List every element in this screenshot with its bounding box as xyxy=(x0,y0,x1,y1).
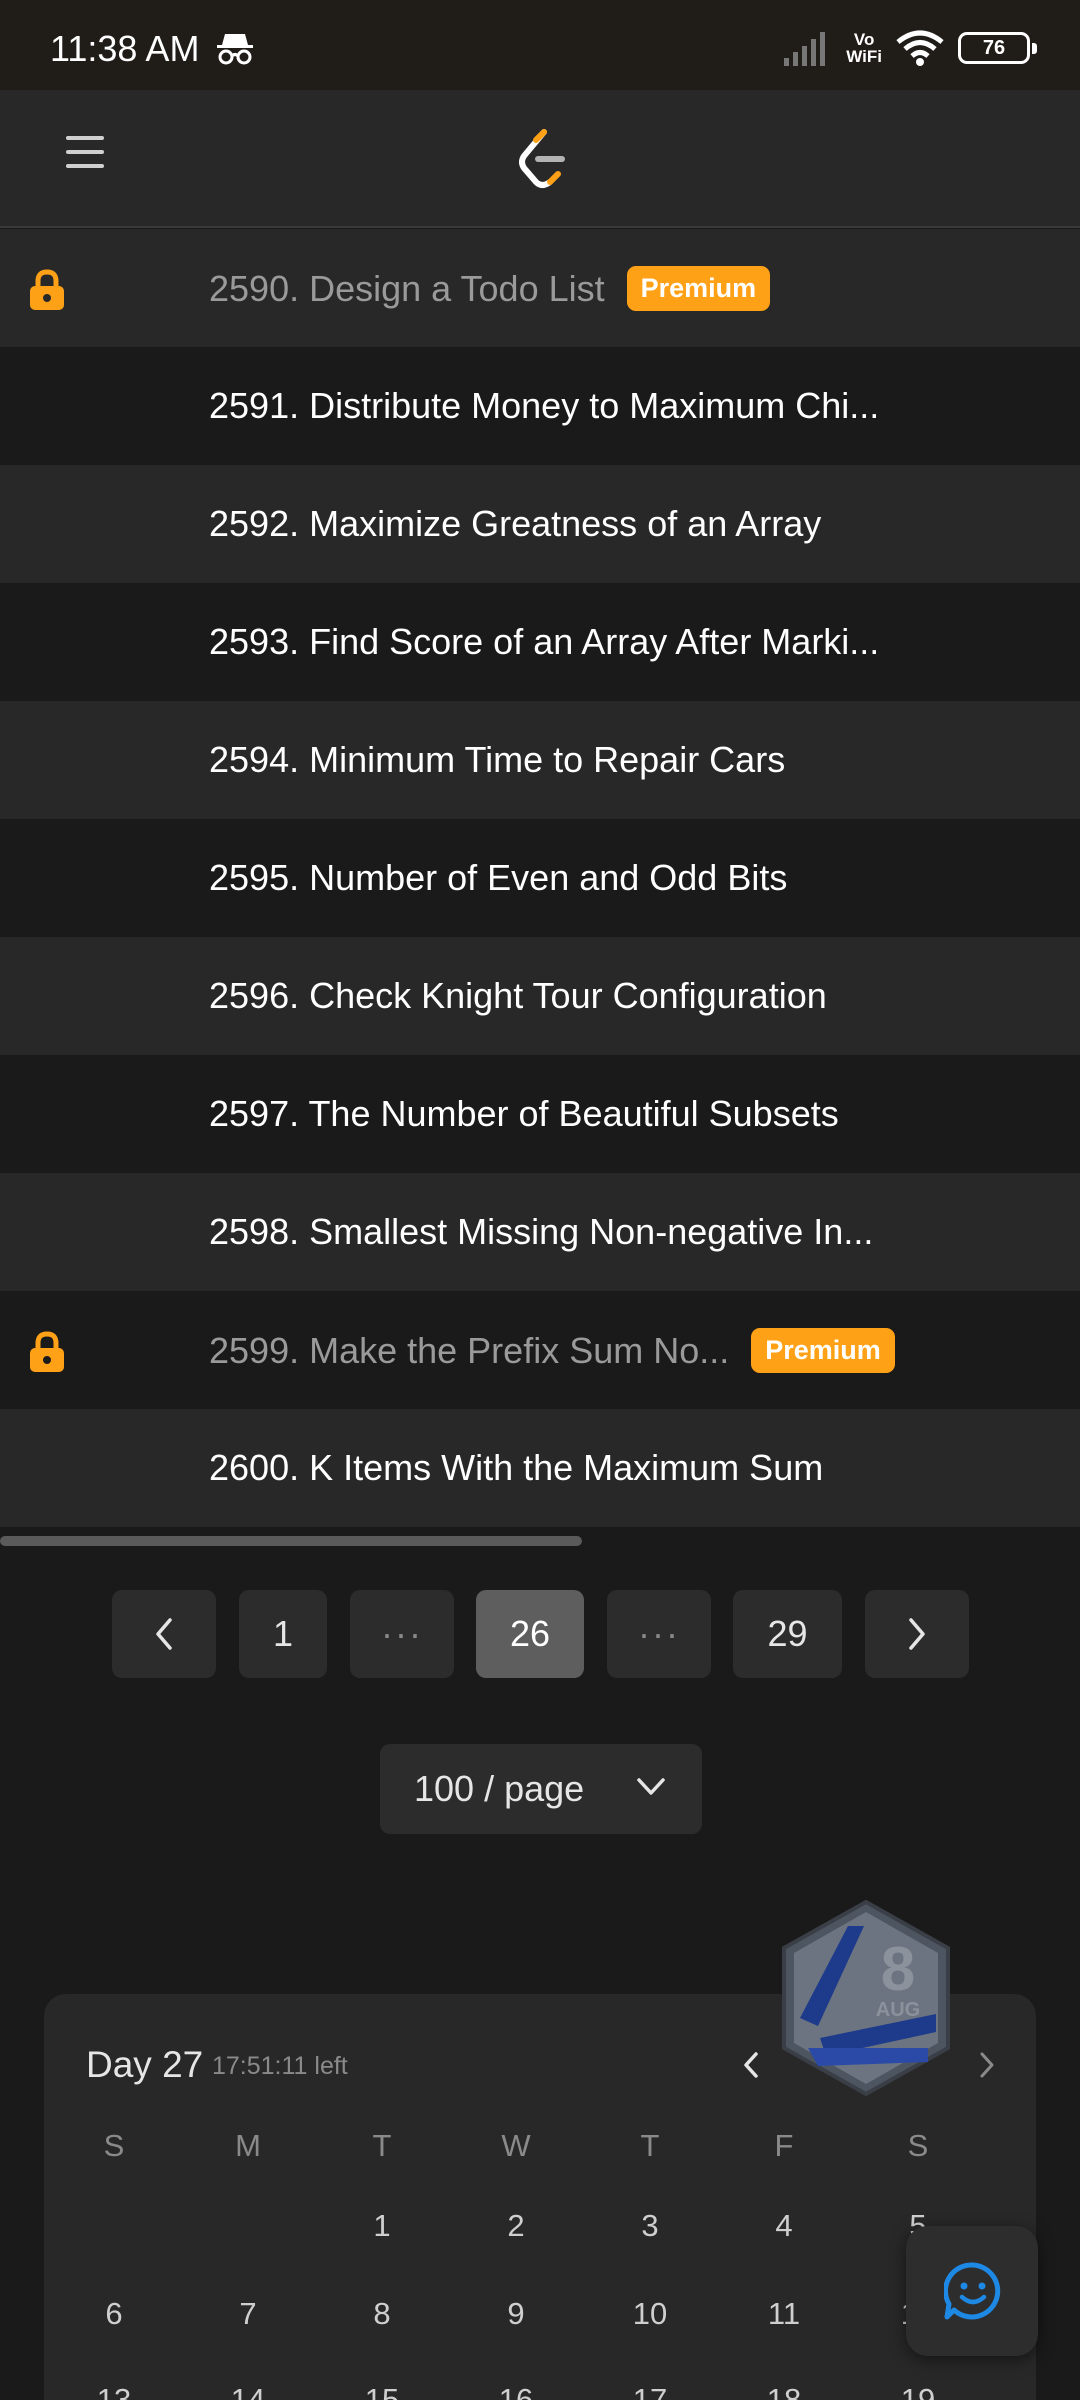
problem-row[interactable]: 2595. Number of Even and Odd Bits xyxy=(0,819,1080,937)
page-ellipsis-prev[interactable]: ··· xyxy=(350,1590,454,1678)
calendar-day[interactable]: 17 xyxy=(610,2382,690,2400)
page-button-first[interactable]: 1 xyxy=(239,1590,327,1678)
calendar-day[interactable]: 16 xyxy=(476,2382,556,2400)
calendar-day[interactable]: 9 xyxy=(476,2296,556,2332)
problem-title: 2591. Distribute Money to Maximum Chi... xyxy=(209,385,880,426)
status-time: 11:38 AM xyxy=(50,28,200,69)
monthly-badge-icon[interactable]: 8 AUG xyxy=(778,1898,954,2098)
lock-icon xyxy=(30,269,64,310)
next-page-button[interactable] xyxy=(865,1590,969,1678)
problem-title: 2597. The Number of Beautiful Subsets xyxy=(209,1093,839,1134)
leetcode-logo-icon[interactable] xyxy=(514,126,570,192)
chevron-down-icon xyxy=(637,1778,665,1795)
calendar-prev-month-button[interactable] xyxy=(736,2048,766,2082)
chat-smiley-icon xyxy=(944,2262,1001,2320)
problem-title: 2600. K Items With the Maximum Sum xyxy=(209,1447,824,1488)
problem-title: 2595. Number of Even and Odd Bits xyxy=(209,857,788,898)
pagination: 1 ··· 26 ··· 29 xyxy=(0,1590,1080,1678)
calendar-day[interactable]: 11 xyxy=(744,2296,824,2332)
battery-indicator: 76 xyxy=(958,32,1037,64)
calendar-day[interactable]: 14 xyxy=(208,2382,288,2400)
problem-row[interactable]: 2600. K Items With the Maximum Sum xyxy=(0,1409,1080,1527)
calendar-day[interactable]: 18 xyxy=(744,2382,824,2400)
problem-title: 2594. Minimum Time to Repair Cars xyxy=(209,739,786,780)
problem-row[interactable]: 2598. Smallest Missing Non-negative In..… xyxy=(0,1173,1080,1291)
weekday-header: F xyxy=(774,2128,794,2163)
calendar-day-label: Day 27 xyxy=(86,2044,204,2085)
page-ellipsis-next[interactable]: ··· xyxy=(607,1590,711,1678)
calendar-day[interactable]: 13 xyxy=(74,2382,154,2400)
svg-text:8: 8 xyxy=(881,1935,915,2004)
page-button-last[interactable]: 29 xyxy=(733,1590,842,1678)
problem-row[interactable]: 2592. Maximize Greatness of an Array xyxy=(0,465,1080,583)
problem-row[interactable]: 2599. Make the Prefix Sum No... Premium xyxy=(0,1291,1080,1409)
horizontal-scrollbar[interactable] xyxy=(0,1536,582,1546)
menu-icon-line xyxy=(66,164,104,168)
prev-page-button[interactable] xyxy=(112,1590,216,1678)
premium-badge: Premium xyxy=(751,1327,895,1373)
problem-title: 2590. Design a Todo List Premium xyxy=(209,265,771,311)
vowifi-indicator: Vo WiFi xyxy=(846,30,882,66)
problem-title: 2596. Check Knight Tour Configuration xyxy=(209,975,827,1016)
weekday-header: T xyxy=(372,2128,392,2163)
problem-title: 2593. Find Score of an Array After Marki… xyxy=(209,621,880,662)
page-size-value: 100 / page xyxy=(414,1768,585,1809)
problem-row[interactable]: 2590. Design a Todo List Premium xyxy=(0,229,1080,347)
chevron-left-icon xyxy=(156,1618,172,1650)
calendar-day[interactable]: 6 xyxy=(74,2296,154,2332)
svg-text:AUG: AUG xyxy=(876,1999,920,2021)
problem-row[interactable]: 2593. Find Score of an Array After Marki… xyxy=(0,583,1080,701)
calendar-time-left: 17:51:11 left xyxy=(212,2052,348,2080)
page-button-current[interactable]: 26 xyxy=(476,1590,584,1678)
calendar-day[interactable]: 7 xyxy=(208,2296,288,2332)
calendar-day[interactable]: 2 xyxy=(476,2208,556,2244)
status-bar: 11:38 AM Vo WiFi 76 xyxy=(0,0,1080,90)
page-size-select[interactable]: 100 / page xyxy=(380,1744,702,1834)
problem-row[interactable]: 2596. Check Knight Tour Configuration xyxy=(0,937,1080,1055)
calendar-day[interactable]: 3 xyxy=(610,2208,690,2244)
problem-title: 2592. Maximize Greatness of an Array xyxy=(209,503,822,544)
calendar-day[interactable]: 1 xyxy=(342,2208,422,2244)
calendar-day[interactable]: 15 xyxy=(342,2382,422,2400)
calendar-day[interactable]: 4 xyxy=(744,2208,824,2244)
calendar-day[interactable]: 10 xyxy=(610,2296,690,2332)
weekday-header: M xyxy=(235,2128,261,2163)
weekday-header: S xyxy=(907,2128,929,2163)
problem-list: 2590. Design a Todo List Premium 2591. Di… xyxy=(0,229,1080,1527)
weekday-header: W xyxy=(501,2128,531,2163)
signal-icon xyxy=(784,32,826,66)
chevron-right-icon xyxy=(909,1618,925,1650)
weekday-header: S xyxy=(103,2128,125,2163)
problem-title: 2599. Make the Prefix Sum No... Premium xyxy=(209,1327,895,1373)
menu-button[interactable] xyxy=(66,136,104,174)
calendar-day[interactable]: 19 xyxy=(878,2382,958,2400)
lock-icon xyxy=(30,1331,64,1372)
calendar-day[interactable]: 8 xyxy=(342,2296,422,2332)
menu-icon-line xyxy=(66,136,104,140)
weekday-header: T xyxy=(640,2128,660,2163)
feedback-chat-button[interactable] xyxy=(906,2226,1038,2356)
app-header xyxy=(0,90,1080,228)
incognito-icon xyxy=(217,34,253,65)
menu-icon-line xyxy=(66,150,104,154)
problem-row[interactable]: 2594. Minimum Time to Repair Cars xyxy=(0,701,1080,819)
problem-row[interactable]: 2597. The Number of Beautiful Subsets xyxy=(0,1055,1080,1173)
premium-badge: Premium xyxy=(626,265,771,311)
wifi-icon xyxy=(896,30,944,66)
problem-title: 2598. Smallest Missing Non-negative In..… xyxy=(209,1211,874,1252)
calendar-next-month-button[interactable] xyxy=(972,2048,1002,2082)
problem-row[interactable]: 2591. Distribute Money to Maximum Chi... xyxy=(0,347,1080,465)
